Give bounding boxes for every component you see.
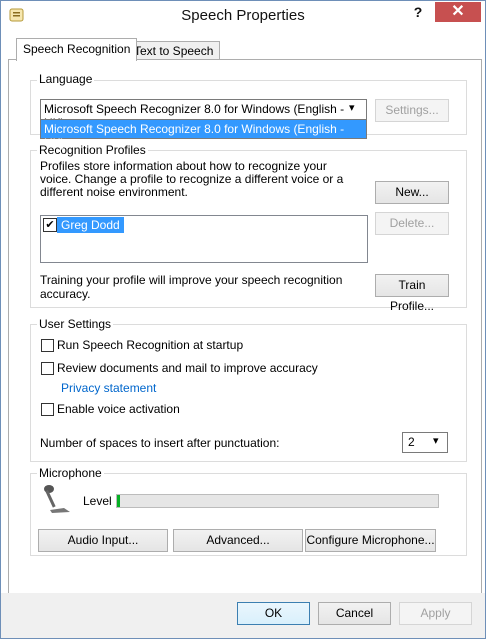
profile-item[interactable]: Greg Dodd xyxy=(57,217,124,233)
profiles-description: Profiles store information about how to … xyxy=(40,159,344,199)
language-select[interactable]: Microsoft Speech Recognizer 8.0 for Wind… xyxy=(40,99,367,130)
spaces-select[interactable]: 2 ▾ xyxy=(402,432,448,453)
speech-recognition-panel: Language Microsoft Speech Recognizer 8.0… xyxy=(8,59,482,595)
chevron-down-icon: ▾ xyxy=(433,435,439,447)
tab-text-to-speech[interactable]: Text to Speech xyxy=(127,41,221,60)
train-profile-button[interactable]: Train Profile... xyxy=(375,274,449,313)
level-label: Level xyxy=(83,494,112,508)
spaces-value: 2 xyxy=(408,435,415,449)
user-settings-label: User Settings xyxy=(37,317,114,331)
help-button[interactable]: ? xyxy=(403,2,433,24)
new-profile-button[interactable]: New... xyxy=(375,181,449,204)
title-bar: Speech Properties ? ✕ xyxy=(1,1,485,31)
profiles-list[interactable]: ✔ Greg Dodd xyxy=(40,215,368,263)
cancel-button[interactable]: Cancel xyxy=(318,602,391,625)
close-button[interactable]: ✕ xyxy=(435,2,481,22)
chevron-down-icon: ▾ xyxy=(349,102,355,114)
run-at-startup-label[interactable]: Run Speech Recognition at startup xyxy=(57,338,243,352)
settings-button[interactable]: Settings... xyxy=(375,99,449,122)
privacy-statement-link[interactable]: Privacy statement xyxy=(61,381,156,395)
review-documents-checkbox[interactable] xyxy=(41,362,54,375)
language-group-label: Language xyxy=(37,72,95,86)
review-documents-label[interactable]: Review documents and mail to improve acc… xyxy=(57,361,318,375)
delete-profile-button[interactable]: Delete... xyxy=(375,212,449,235)
microphone-label: Microphone xyxy=(37,466,104,480)
level-meter xyxy=(116,494,439,508)
tab-speech-recognition[interactable]: Speech Recognition xyxy=(16,38,138,61)
enable-voice-activation-label[interactable]: Enable voice activation xyxy=(57,402,180,416)
spaces-after-punctuation-label: Number of spaces to insert after punctua… xyxy=(40,436,280,450)
audio-input-button[interactable]: Audio Input... xyxy=(38,529,168,552)
level-meter-fill xyxy=(117,495,120,507)
configure-microphone-button[interactable]: Configure Microphone... xyxy=(305,529,436,552)
advanced-button[interactable]: Advanced... xyxy=(173,529,303,552)
language-dropdown-list: Microsoft Speech Recognizer 8.0 for Wind… xyxy=(40,119,367,150)
microphone-icon xyxy=(40,482,74,516)
ok-button[interactable]: OK xyxy=(237,602,310,625)
speech-properties-window: Speech Properties ? ✕ Speech Recognition… xyxy=(0,0,486,639)
profile-checkbox[interactable]: ✔ xyxy=(43,218,57,232)
training-text: Training your profile will improve your … xyxy=(40,273,343,301)
language-option[interactable]: Microsoft Speech Recognizer 8.0 for Wind… xyxy=(44,122,366,150)
run-at-startup-checkbox[interactable] xyxy=(41,339,54,352)
enable-voice-activation-checkbox[interactable] xyxy=(41,403,54,416)
apply-button[interactable]: Apply xyxy=(399,602,472,625)
